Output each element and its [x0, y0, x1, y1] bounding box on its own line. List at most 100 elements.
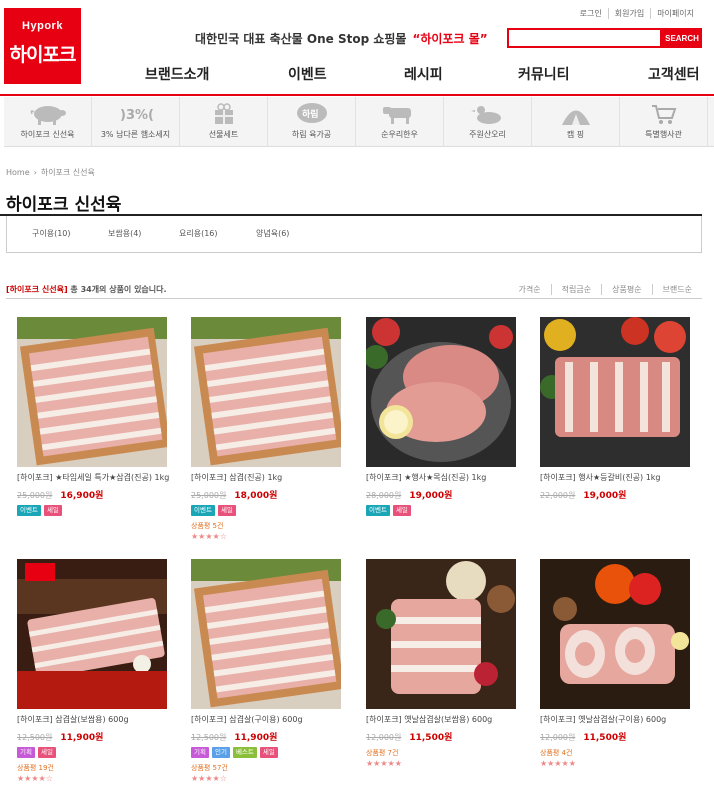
product-price: 25,000원 18,000원: [191, 488, 349, 501]
category-ham[interactable]: )3%( 3% 남다른 햄소세지: [92, 97, 180, 147]
category-gift[interactable]: 선물세트: [180, 97, 268, 147]
product-count: [하이포크 신선육] 총 34개의 상품이 있습니다.: [6, 284, 167, 295]
sort-points[interactable]: 적립금순: [550, 284, 601, 295]
search-input[interactable]: [507, 28, 662, 48]
tent-icon: [559, 102, 593, 126]
harim-logo-icon: 하림: [295, 102, 329, 126]
original-price: 12,000원: [366, 733, 402, 742]
sale-price: 16,900원: [60, 491, 104, 501]
product-image[interactable]: [191, 317, 341, 467]
product-price: 25,000원 16,900원: [17, 488, 175, 501]
product-image[interactable]: [191, 559, 341, 709]
search-bar: SEARCH: [507, 28, 702, 48]
nav-cs[interactable]: 고객센터: [648, 64, 700, 84]
product-card[interactable]: [하이포크] 옛날삼겹살(보쌈용) 600g 12,000원 11,500원 상품…: [366, 559, 524, 768]
sort-options: 가격순 적립금순 상품평순 브랜드순: [509, 284, 702, 295]
product-card[interactable]: [하이포크] ★행사★목심(진공) 1kg 28,000원 19,000원 이벤트…: [366, 317, 524, 516]
three-percent-icon: )3%(: [114, 102, 158, 126]
main-nav: 브랜드소개 이벤트 레시피 커뮤니티 고객센터: [130, 64, 714, 86]
nav-brand[interactable]: 브랜드소개: [145, 64, 209, 84]
count-category: [하이포크 신선육]: [6, 285, 68, 294]
category-label: 하림 육가공: [291, 130, 332, 139]
badge-event: 이벤트: [17, 505, 41, 516]
product-card[interactable]: [하이포크] ★타임세일 특가★삼겹(진공) 1kg 25,000원 16,900…: [17, 317, 175, 516]
product-image[interactable]: [366, 559, 516, 709]
subcategory-marinated[interactable]: 양념육(6): [256, 228, 289, 239]
product-price: 12,000원 11,500원: [366, 730, 524, 743]
product-name[interactable]: [하이포크] 옛날삼겹살(구이용) 600g: [540, 714, 698, 726]
subcategory-cooking[interactable]: 요리용(16): [179, 228, 218, 239]
subcategory-bossam[interactable]: 보쌈용(4): [108, 228, 141, 239]
review-count: 상품평 57건: [191, 764, 228, 772]
star-rating: ★★★★☆: [191, 532, 227, 541]
site-tagline: 대한민국 대표 축산물 One Stop 쇼핑몰 “하이포크 몰”: [195, 30, 488, 47]
badge-plan: 기획: [191, 747, 209, 758]
review-count: 상품평 5건: [191, 522, 224, 530]
product-card[interactable]: [하이포크] 행사★등갈비(진공) 1kg 22,000원 19,000원: [540, 317, 698, 501]
category-label: 하이포크 신선육: [20, 130, 75, 139]
product-name[interactable]: [하이포크] ★행사★목심(진공) 1kg: [366, 472, 524, 484]
category-hanwoo[interactable]: 순우리한우: [356, 97, 444, 147]
star-rating: ★★★★☆: [191, 774, 227, 783]
category-label: 특별행사관: [645, 130, 682, 139]
product-image[interactable]: [366, 317, 516, 467]
sort-price[interactable]: 가격순: [509, 284, 551, 295]
breadcrumb-home[interactable]: Home: [6, 168, 30, 177]
sale-price: 19,000원: [409, 491, 453, 501]
badge-plan: 기획: [17, 747, 35, 758]
join-link[interactable]: 회원가입: [607, 8, 650, 19]
product-name[interactable]: [하이포크] ★타임세일 특가★삼겹(진공) 1kg: [17, 472, 175, 484]
category-special[interactable]: 특별행사관: [620, 97, 708, 147]
product-name[interactable]: [하이포크] 옛날삼겹살(보쌈용) 600g: [366, 714, 524, 726]
list-divider: [6, 298, 702, 299]
product-image[interactable]: [540, 317, 690, 467]
badge-event: 이벤트: [191, 505, 215, 516]
breadcrumb-separator: ›: [33, 168, 37, 177]
product-name[interactable]: [하이포크] 삼겹살(보쌈용) 600g: [17, 714, 175, 726]
count-summary: 총 34개의 상품이 있습니다.: [70, 285, 167, 294]
star-rating: ★★★★★: [540, 759, 576, 768]
sale-price: 11,900원: [60, 733, 104, 743]
review-count: 상품평 4건: [540, 749, 573, 757]
mypage-link[interactable]: 마이페이지: [650, 8, 700, 19]
category-pork[interactable]: 하이포크 신선육: [4, 97, 92, 147]
product-image[interactable]: [17, 317, 167, 467]
badge-event: 이벤트: [366, 505, 390, 516]
badge-popular: 인기: [211, 747, 230, 758]
sale-price: 18,000원: [234, 491, 278, 501]
product-price: 28,000원 19,000원: [366, 488, 524, 501]
nav-event[interactable]: 이벤트: [288, 64, 327, 84]
tagline-text: 대한민국 대표 축산물 One Stop 쇼핑몰: [195, 32, 407, 46]
review-count: 상품평 7건: [366, 749, 399, 757]
category-camping[interactable]: 캠 핑: [532, 97, 620, 147]
search-button[interactable]: SEARCH: [662, 28, 702, 48]
product-card[interactable]: [하이포크] 삼겹살(보쌈용) 600g 12,500원 11,900원 기획 세…: [17, 559, 175, 783]
product-image[interactable]: [17, 559, 167, 709]
product-card[interactable]: [하이포크] 삼겹(진공) 1kg 25,000원 18,000원 이벤트 세일 …: [191, 317, 349, 541]
svg-text:)3%(: )3%(: [120, 108, 154, 123]
category-bar: 하이포크 신선육 )3%( 3% 남다른 햄소세지 선물세트 하림 하림 육가공…: [4, 97, 714, 147]
product-card[interactable]: [하이포크] 옛날삼겹살(구이용) 600g 12,000원 11,500원 상품…: [540, 559, 698, 768]
category-harim[interactable]: 하림 하림 육가공: [268, 97, 356, 147]
sort-brand[interactable]: 브랜드순: [651, 284, 702, 295]
product-card[interactable]: [하이포크] 삼겹살(구이용) 600g 12,500원 11,900원 기획 인…: [191, 559, 349, 783]
nav-community[interactable]: 커뮤니티: [518, 64, 570, 84]
login-link[interactable]: 로그인: [574, 8, 608, 19]
original-price: 12,000원: [540, 733, 576, 742]
badge-list: 이벤트 세일: [17, 505, 175, 516]
original-price: 25,000원: [191, 491, 227, 500]
product-name[interactable]: [하이포크] 행사★등갈비(진공) 1kg: [540, 472, 698, 484]
category-duck[interactable]: 주원산오리: [444, 97, 532, 147]
subcategory-grill[interactable]: 구이용(10): [32, 228, 71, 239]
original-price: 22,000원: [540, 491, 576, 500]
product-price: 12,500원 11,900원: [191, 730, 349, 743]
sort-reviews[interactable]: 상품평순: [601, 284, 651, 295]
product-name[interactable]: [하이포크] 삼겹살(구이용) 600g: [191, 714, 349, 726]
breadcrumb-current[interactable]: 하이포크 신선육: [41, 168, 95, 177]
badge-list: 기획 세일: [17, 747, 175, 758]
product-name[interactable]: [하이포크] 삼겹(진공) 1kg: [191, 472, 349, 484]
nav-recipe[interactable]: 레시피: [404, 64, 443, 84]
product-image[interactable]: [540, 559, 690, 709]
hypork-logo[interactable]: Hypork 하이포크: [4, 8, 81, 84]
original-price: 28,000원: [366, 491, 402, 500]
